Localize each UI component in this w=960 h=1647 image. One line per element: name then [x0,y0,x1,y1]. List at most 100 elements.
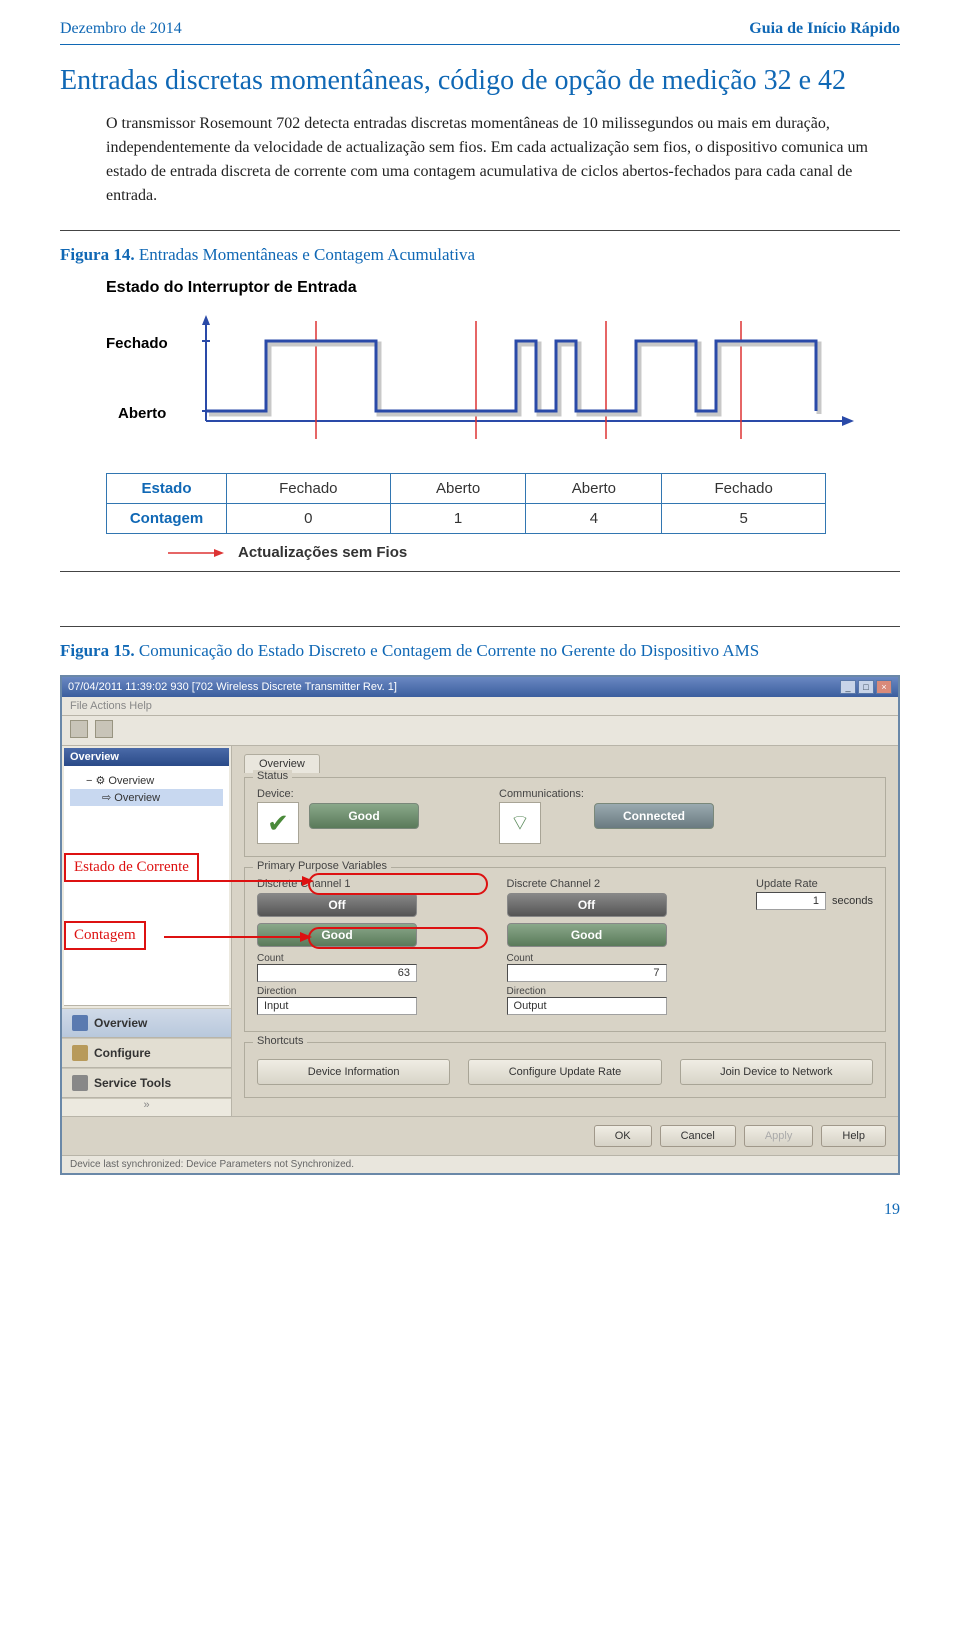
table-cell: Fechado [662,474,826,504]
titlebar[interactable]: 07/04/2011 11:39:02 930 [702 Wireless Di… [62,677,898,697]
shortcut-device-info[interactable]: Device Information [257,1059,450,1085]
dialog-footer: OK Cancel Apply Help [62,1116,898,1155]
waveform-svg [186,311,866,441]
fig15-caption-bold: Figura 15. [60,641,135,660]
annotation-current-state: Estado de Corrente [64,853,199,882]
direction-label: Direction [257,986,477,997]
section-body: O transmissor Rosemount 702 detecta entr… [106,112,900,208]
channel-2-state-button[interactable]: Off [507,893,667,917]
fig14-caption: Figura 14. Entradas Momentâneas e Contag… [60,245,900,265]
device-label: Device: [257,788,299,800]
fig15-caption: Figura 15. Comunicação do Estado Discret… [60,641,900,661]
fig14-caption-rest: Entradas Momentâneas e Contagem Acumulat… [135,245,475,264]
ams-window: 07/04/2011 11:39:02 930 [702 Wireless Di… [60,675,900,1175]
fig14-caption-bold: Figura 14. [60,245,135,264]
sidebar-btn-configure[interactable]: Configure [62,1038,231,1068]
page-number: 19 [60,1201,900,1219]
update-rate-block: Update Rate 1 seconds [756,878,873,910]
table-cell: 5 [662,504,826,534]
channel-1-direction-field: Input [257,997,417,1015]
shortcut-join-network[interactable]: Join Device to Network [680,1059,873,1085]
legend-label: Actualizações sem Fios [238,544,407,561]
table-cell: Aberto [526,474,662,504]
ok-button[interactable]: OK [594,1125,652,1147]
header-date: Dezembro de 2014 [60,20,182,38]
toolbar-icon[interactable] [95,720,113,738]
fig15-caption-rest: Comunicação do Estado Discreto e Contage… [135,641,760,660]
annotation-ellipse [308,873,488,895]
group-label: Status [253,770,292,782]
sidebar-btn-overview[interactable]: Overview [62,1008,231,1038]
toolbar-icon[interactable] [70,720,88,738]
cancel-button[interactable]: Cancel [660,1125,736,1147]
sidebar-expand[interactable]: » [62,1098,231,1116]
channel-1-state-button[interactable]: Off [257,893,417,917]
sidebar-btn-label: Service Tools [94,1076,171,1090]
page-header: Dezembro de 2014 Guia de Início Rápido [60,20,900,45]
wifi-icon: ⌔ [499,802,541,844]
tree-item-label: Overview [114,792,160,804]
section-title: Entradas discretas momentâneas, código d… [60,63,900,98]
y-label-open: Aberto [118,405,166,422]
window-title: 07/04/2011 11:39:02 930 [702 Wireless Di… [68,681,397,693]
sidebar-btn-service[interactable]: Service Tools [62,1068,231,1098]
annotation-label: Contagem [74,927,136,943]
group-label: Shortcuts [253,1035,307,1047]
table-cell: Fechado [227,474,391,504]
waveform-chart: Fechado Aberto [106,311,900,451]
help-button[interactable]: Help [821,1125,886,1147]
update-rate-field: 1 [756,892,826,910]
divider [60,626,900,627]
y-label-closed: Fechado [106,335,168,352]
direction-label: Direction [507,986,727,997]
legend-arrow-icon [166,547,226,559]
header-guide: Guia de Início Rápido [749,20,900,38]
device-status-button[interactable]: Good [309,803,419,829]
divider [60,230,900,231]
tree-item-overview[interactable]: − ⚙ Overview [70,772,223,789]
comm-label: Communications: [499,788,584,800]
wrench-icon [72,1075,88,1091]
table-cell: 1 [390,504,526,534]
count-label: Count [257,953,477,964]
shortcuts-group: Shortcuts Device Information Configure U… [244,1042,886,1098]
gear-icon [72,1045,88,1061]
update-rate-unit: seconds [832,895,873,907]
channel-2: Discrete Channel 2 Off Good Count 7 Dire… [507,878,727,1019]
channel-2-quality-button[interactable]: Good [507,923,667,947]
update-rate-label: Update Rate [756,878,873,890]
table-cell: 0 [227,504,391,534]
annotation-arrow-icon [164,927,314,947]
state-count-table: Estado Fechado Aberto Aberto Fechado Con… [106,473,826,534]
table-row: Estado Fechado Aberto Aberto Fechado [107,474,826,504]
tree-item-overview-child[interactable]: ⇨ Overview [70,789,223,806]
status-group: Status Device: ✔ Good Communications: [244,777,886,857]
toolbar[interactable] [62,716,898,746]
close-button[interactable]: × [876,680,892,694]
check-icon: ✔ [257,802,299,844]
channel-2-direction-field: Output [507,997,667,1015]
row-header-count: Contagem [107,504,227,534]
table-row: Contagem 0 1 4 5 [107,504,826,534]
table-cell: Aberto [390,474,526,504]
divider [60,571,900,572]
maximize-button[interactable]: □ [858,680,874,694]
comm-status-button[interactable]: Connected [594,803,714,829]
fig14-subtitle: Estado do Interruptor de Entrada [106,279,900,297]
row-header-state: Estado [107,474,227,504]
count-label: Count [507,953,727,964]
tree-item-label: Overview [108,775,154,787]
sidebar-btn-label: Overview [94,1016,147,1030]
channel-1-count-field: 63 [257,964,417,982]
menubar[interactable]: File Actions Help [62,697,898,716]
fig15-figure: Estado de Corrente Contagem 07/04/2011 1… [60,675,900,1175]
channel-2-count-field: 7 [507,964,667,982]
sidebar-panel-title: Overview [64,748,229,766]
shortcut-configure-rate[interactable]: Configure Update Rate [468,1059,661,1085]
apply-button[interactable]: Apply [744,1125,814,1147]
annotation-count: Contagem [64,921,146,950]
channel-2-label: Discrete Channel 2 [507,878,727,890]
tab-strip: Overview [244,754,886,773]
minimize-button[interactable]: _ [840,680,856,694]
sidebar-btn-label: Configure [94,1046,151,1060]
